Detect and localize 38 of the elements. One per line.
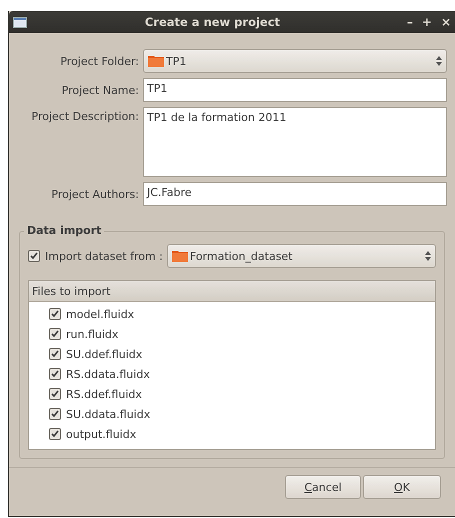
- checkbox[interactable]: [49, 428, 61, 440]
- window-control[interactable]: ×: [440, 15, 451, 29]
- field-label: Project Name:: [60, 84, 140, 96]
- checkbox[interactable]: [49, 368, 61, 380]
- dataset-combo[interactable]: Formation_dataset: [166, 244, 436, 268]
- spinner-arrows-icon: [436, 56, 442, 66]
- field-label: Project Description:: [30, 110, 140, 123]
- column-header: Files to import: [29, 281, 435, 302]
- checkbox[interactable]: [49, 388, 61, 400]
- file-name: SU.ddef.fluidx: [66, 348, 142, 360]
- folder-icon: [172, 250, 188, 262]
- text-field[interactable]: JC.Fabre: [143, 182, 447, 206]
- ok-button[interactable]: OK: [363, 475, 441, 499]
- file-name: SU.ddata.fluidx: [66, 408, 150, 420]
- checkbox[interactable]: [49, 308, 61, 320]
- window-icon: [13, 16, 27, 28]
- text-field[interactable]: TP1 de la formation 2011: [143, 107, 447, 177]
- checkbox[interactable]: [49, 408, 61, 420]
- group-title: Data import: [24, 224, 104, 237]
- checkbox[interactable]: [49, 348, 61, 360]
- folder-icon: [148, 55, 164, 67]
- checkbox[interactable]: [49, 328, 61, 340]
- checkbox-label: Import dataset from :: [45, 250, 163, 262]
- file-name: model.fluidx: [66, 308, 134, 320]
- file-name: RS.ddef.fluidx: [66, 388, 142, 400]
- window-title: Create a new project: [144, 15, 282, 29]
- file-name: output.fluidx: [66, 428, 136, 440]
- file-name: RS.ddata.fluidx: [66, 368, 150, 380]
- window-control[interactable]: +: [422, 15, 432, 29]
- folder-combo[interactable]: TP1: [143, 49, 447, 73]
- spinner-arrows-icon: [425, 251, 431, 261]
- field-label: Project Authors:: [50, 188, 140, 200]
- text-field[interactable]: TP1: [143, 78, 447, 102]
- cancel-button[interactable]: Cancel: [285, 475, 361, 499]
- field-label: Project Folder:: [59, 54, 140, 68]
- checkbox[interactable]: [28, 250, 40, 262]
- file-name: run.fluidx: [66, 328, 118, 340]
- window-control[interactable]: –: [406, 15, 413, 29]
